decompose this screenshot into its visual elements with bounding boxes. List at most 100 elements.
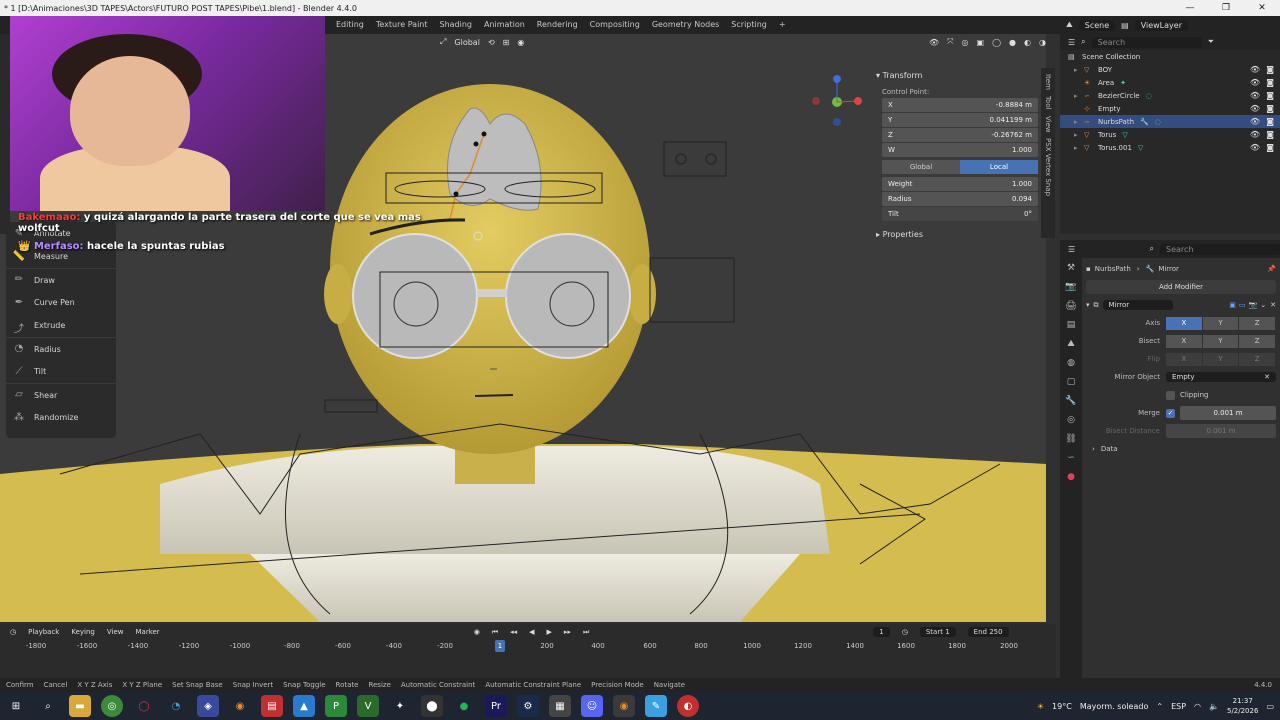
tool-curve-pen[interactable]: ✒ Curve Pen [6,291,116,314]
bisect-distance-field[interactable]: 0.001 m [1166,424,1276,438]
camera-icon[interactable]: ◙ [1266,78,1274,87]
snap-icon[interactable]: ⊞ [503,38,510,47]
flip-x-toggle[interactable]: X [1166,352,1202,366]
local-button[interactable]: Local [960,160,1038,174]
timeline-ruler[interactable]: -1800 -1600 -1400 -1200 -1000 -800 -600 … [0,640,1056,656]
outliner-editor-icon[interactable]: ☰ [1068,38,1075,47]
remove-modifier-icon[interactable]: ✕ [1270,301,1276,309]
jump-start-icon[interactable]: ⏮ [492,628,498,637]
tab-compositing[interactable]: Compositing [584,16,646,34]
playback-menu[interactable]: Playback [28,628,59,636]
camera-icon[interactable]: ◙ [1266,65,1274,74]
lang-indicator[interactable]: ESP [1171,702,1186,711]
modifier-tab-icon[interactable]: 🔧 [1064,396,1078,410]
tool-randomize[interactable]: ⁂ Randomize [6,406,116,429]
scene-tab-icon[interactable]: ⛰ [1064,339,1078,353]
play-reverse-icon[interactable]: ◀ [529,628,534,636]
overlay-icon[interactable]: ◎ [962,38,969,47]
close-button[interactable]: ✕ [1244,0,1280,16]
jump-end-icon[interactable]: ⏭ [583,628,589,637]
physics-tab-icon[interactable]: ◎ [1064,415,1078,429]
premiere-icon[interactable]: Pr [485,695,507,717]
transform-panel-title[interactable]: ▾ Transform [876,68,1038,84]
network-icon[interactable]: ◠ [1194,702,1201,711]
viewport-toggle-icon[interactable]: ▭ [1239,301,1246,309]
world-tab-icon[interactable]: ◍ [1064,358,1078,372]
vim-icon[interactable]: V [357,695,379,717]
outliner-item-empty[interactable]: ⊹ Empty 👁 ◙ [1060,102,1280,115]
gizmo-toggle-icon[interactable]: ⤧ [947,37,953,47]
chevron-up-icon[interactable]: ⌃ [1156,702,1163,711]
dropdown-icon[interactable]: ⌄ [1260,301,1266,309]
pycharm-icon[interactable]: P [325,695,347,717]
shading-wireframe-icon[interactable]: ◯ [992,38,1001,47]
render-toggle-icon[interactable]: 📷 [1249,301,1258,309]
start-icon[interactable]: ⊞ [5,695,27,717]
tab-tool[interactable]: Tool [1044,96,1052,110]
eye-icon[interactable]: 👁 [1250,65,1260,74]
outliner-item-boy[interactable]: ▸ ▽ BOY 👁 ◙ [1060,63,1280,76]
tool-tab-icon[interactable]: ⚒ [1064,263,1078,277]
y-field[interactable]: Y 0.041199 m [882,113,1038,127]
outliner-search-input[interactable]: Search [1091,36,1202,48]
next-key-icon[interactable]: ▸▸ [564,628,571,636]
weather-temp[interactable]: 19°C [1052,702,1072,711]
inkscape-icon[interactable]: ✦ [389,695,411,717]
z-field[interactable]: Z -0.26762 m [882,128,1038,142]
transform-orientation-dropdown[interactable]: Global [454,38,480,47]
outliner-item-torus[interactable]: ▸ ▽ Torus ▽ 👁 ◙ [1060,128,1280,141]
tab-scripting[interactable]: Scripting [725,16,773,34]
mirror-object-field[interactable]: Empty ✕ [1166,372,1276,382]
tab-geometry-nodes[interactable]: Geometry Nodes [646,16,725,34]
obs-icon[interactable]: ⬤ [421,695,443,717]
data-subpanel[interactable]: › Data [1086,442,1276,456]
notification-icon[interactable]: ▭ [1266,702,1274,711]
shading-material-icon[interactable]: ◐ [1024,38,1031,47]
flip-y-toggle[interactable]: Y [1202,352,1239,366]
tool-extrude[interactable]: ⤴ Extrude [6,314,116,337]
axis-y-toggle[interactable]: Y [1202,316,1239,330]
proportional-edit-icon[interactable]: ◉ [517,38,524,47]
tab-shading[interactable]: Shading [434,16,479,34]
constraints-tab-icon[interactable]: ⛓ [1064,434,1078,448]
outliner-item-area[interactable]: ☀ Area ✦ 👁 ◙ [1060,76,1280,89]
start-frame-field[interactable]: Start 1 [919,627,956,637]
x-field[interactable]: X -0.8884 m [882,98,1038,112]
eye-icon[interactable]: 👁 [1250,78,1260,87]
current-frame-field[interactable]: 1 [873,627,890,637]
add-modifier-button[interactable]: Add Modifier [1086,280,1276,294]
tool-radius[interactable]: ◔ Radius [6,337,116,360]
collapse-icon[interactable]: ▾ [1086,301,1090,309]
add-workspace-button[interactable]: + [773,16,792,34]
view-layer-field[interactable]: ViewLayer [1134,19,1188,31]
tab-texture-paint[interactable]: Texture Paint [370,16,434,34]
properties-editor-icon[interactable]: ☰ [1068,245,1075,254]
flip-z-toggle[interactable]: Z [1239,352,1276,366]
eye-icon[interactable]: 👁 [1250,91,1260,100]
discord-icon[interactable]: ☺ [581,695,603,717]
shading-rendered-icon[interactable]: ◑ [1039,38,1046,47]
data-tab-icon[interactable]: ∽ [1064,453,1078,467]
edit-mode-toggle-icon[interactable]: ▣ [1229,301,1236,309]
tool-tilt[interactable]: ⟋ Tilt [6,360,116,383]
eye-icon[interactable]: 👁 [1250,130,1260,139]
app-icon[interactable]: ◐ [677,695,699,717]
record-icon[interactable]: ◉ [474,628,480,636]
bisect-y-toggle[interactable]: Y [1202,334,1239,348]
scene-field[interactable]: Scene [1078,19,1116,31]
prev-key-icon[interactable]: ◂◂ [510,628,517,636]
camera-icon[interactable]: ◙ [1266,117,1274,126]
opera-icon[interactable]: ◯ [133,695,155,717]
properties-panel-title[interactable]: ▸ Properties [876,227,1038,243]
properties-search-input[interactable]: Search [1160,243,1280,255]
render-tab-icon[interactable]: 📷 [1064,282,1078,296]
minimize-button[interactable]: — [1172,0,1208,16]
outliner-item-nurbspath[interactable]: ▸ ∽ NurbsPath 🔧 ◌ 👁 ◙ [1060,115,1280,128]
global-button[interactable]: Global [882,160,960,174]
modifier-name-field[interactable]: Mirror [1102,300,1173,310]
eye-icon[interactable]: 👁 [1250,117,1260,126]
eye-icon[interactable]: 👁 [1250,143,1260,152]
timeline-editor-icon[interactable]: ◷ [10,628,16,636]
view-layer-tab-icon[interactable]: ▤ [1064,320,1078,334]
w-field[interactable]: W 1.000 [882,143,1038,157]
